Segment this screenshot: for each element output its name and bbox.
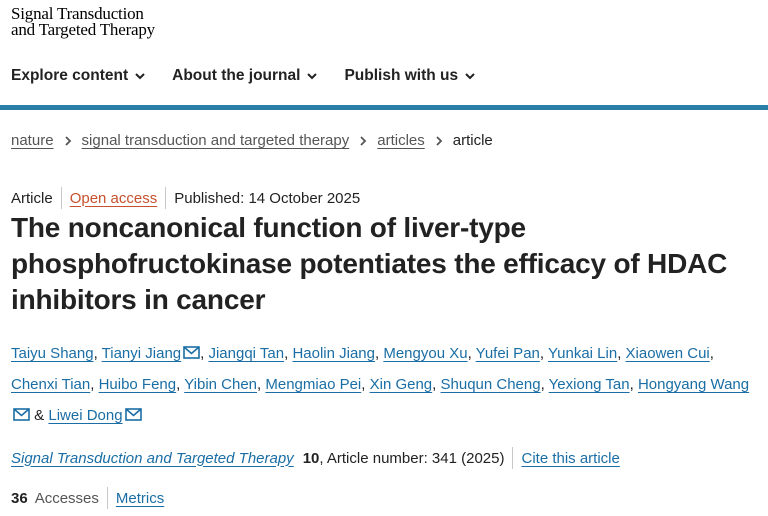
author-name-link[interactable]: Haolin Jiang [292, 345, 375, 362]
author-name-link[interactable]: Taiyu Shang [11, 345, 94, 362]
nav-publish-with-us-label: Publish with us [344, 67, 459, 84]
article-number: , Article number: 341 (2025) [319, 449, 505, 467]
breadcrumb-nature[interactable]: nature [11, 132, 54, 149]
nav-accent-bar [0, 105, 768, 110]
meta-divider [60, 187, 62, 209]
breadcrumb-journal[interactable]: signal transduction and targeted therapy [82, 132, 350, 149]
cite-this-article-link[interactable]: Cite this article [521, 450, 619, 467]
article-title: The noncanonical function of liver-type … [11, 212, 728, 315]
author-item: Xin Geng [370, 376, 433, 393]
journal-citation: Signal Transduction and Targeted Therapy… [11, 447, 620, 469]
accesses-count: 36 [11, 489, 28, 507]
breadcrumb: nature signal transduction and targeted … [11, 132, 493, 149]
journal-name-link[interactable]: Signal Transduction and Targeted Therapy [11, 450, 294, 467]
chevron-right-icon [436, 135, 443, 146]
author-separator: , [257, 376, 262, 393]
chevron-down-icon [307, 73, 318, 80]
metrics-link[interactable]: Metrics [116, 490, 164, 507]
author-item: Yufei Pan [476, 345, 540, 362]
author-name-link[interactable]: Shuqun Cheng [441, 376, 541, 393]
author-item: Mengmiao Pei [265, 376, 361, 393]
author-name-link[interactable]: Jiangqi Tan [208, 345, 284, 362]
accesses-label: Accesses [34, 489, 99, 507]
author-separator: , [284, 345, 289, 362]
published-date: Published: 14 October 2025 [174, 189, 361, 207]
meta-divider [165, 187, 167, 209]
author-item: Yexiong Tan [549, 376, 630, 393]
author-list: Taiyu Shang, Tianyi Jiang, Jiangqi Tan, … [11, 338, 761, 431]
author-item: Huibo Feng [99, 376, 177, 393]
author-separator: , [93, 345, 98, 362]
author-name-link[interactable]: Mengmiao Pei [265, 376, 361, 393]
breadcrumb-current: article [452, 132, 493, 149]
breadcrumb-articles[interactable]: articles [377, 132, 425, 149]
author-name-link[interactable]: Liwei Dong [48, 407, 122, 424]
nav-explore-content-label: Explore content [11, 67, 129, 84]
author-separator: , [361, 376, 366, 393]
chevron-down-icon [465, 73, 475, 80]
author-name-link[interactable]: Huibo Feng [99, 376, 177, 393]
mail-icon[interactable] [183, 339, 200, 359]
author-separator: , [90, 376, 95, 393]
nav-publish-with-us[interactable]: Publish with us [344, 67, 476, 85]
chevron-down-icon [135, 73, 145, 80]
author-separator: , [467, 345, 472, 362]
author-name-link[interactable]: Xin Geng [370, 376, 433, 393]
author-name-link[interactable]: Hongyang Wang [638, 376, 749, 393]
author-separator: , [176, 376, 181, 393]
author-item: Jiangqi Tan [208, 345, 284, 362]
author-separator: , [375, 345, 380, 362]
author-item: Taiyu Shang [11, 345, 94, 362]
author-separator: , [617, 345, 622, 362]
author-name-link[interactable]: Yexiong Tan [549, 376, 630, 393]
article-type: Article [11, 189, 53, 207]
author-item: Liwei Dong [48, 407, 142, 424]
mail-icon[interactable] [124, 401, 142, 421]
author-separator: , [709, 345, 714, 362]
author-name-link[interactable]: Yufei Pan [476, 345, 540, 362]
main-nav: Explore content About the journal Publis… [11, 67, 502, 85]
author-item: Yunkai Lin [548, 345, 617, 362]
author-joiner: & [34, 407, 45, 424]
article-meta: Article Open access Published: 14 Octobe… [11, 187, 360, 209]
article-metrics: 36 Accesses Metrics [11, 487, 164, 509]
author-separator: , [200, 345, 205, 362]
author-name-link[interactable]: Chenxi Tian [11, 376, 90, 393]
mail-icon[interactable] [13, 401, 30, 421]
author-item: Mengyou Xu [383, 345, 467, 362]
chevron-right-icon [360, 135, 367, 146]
journal-logo-line2: and Targeted Therapy [11, 20, 155, 39]
author-separator: , [629, 376, 634, 393]
open-access-link[interactable]: Open access [70, 190, 158, 207]
author-separator: , [539, 345, 545, 362]
author-separator: , [432, 376, 437, 393]
nav-about-the-journal[interactable]: About the journal [172, 67, 318, 85]
author-item: Xiaowen Cui [626, 345, 710, 362]
author-separator: , [540, 376, 545, 393]
citation-divider [512, 447, 514, 469]
author-name-link[interactable]: Yibin Chen [184, 376, 257, 393]
nav-about-the-journal-label: About the journal [172, 67, 301, 84]
author-name-link[interactable]: Xiaowen Cui [626, 345, 710, 362]
author-item: Yibin Chen [184, 376, 257, 393]
chevron-right-icon [64, 135, 71, 146]
metrics-divider [106, 487, 108, 509]
author-name-link[interactable]: Tianyi Jiang [102, 345, 181, 362]
author-item: Chenxi Tian [11, 376, 90, 393]
author-name-link[interactable]: Mengyou Xu [383, 345, 467, 362]
author-name-link[interactable]: Yunkai Lin [548, 345, 617, 362]
journal-volume: 10 [302, 449, 320, 467]
author-item: Shuqun Cheng [441, 376, 541, 393]
author-item: Haolin Jiang [292, 345, 375, 362]
author-item: Tianyi Jiang [102, 345, 200, 362]
nav-explore-content[interactable]: Explore content [11, 67, 146, 85]
journal-logo[interactable]: Signal Transduction and Targeted Therapy [11, 5, 155, 39]
